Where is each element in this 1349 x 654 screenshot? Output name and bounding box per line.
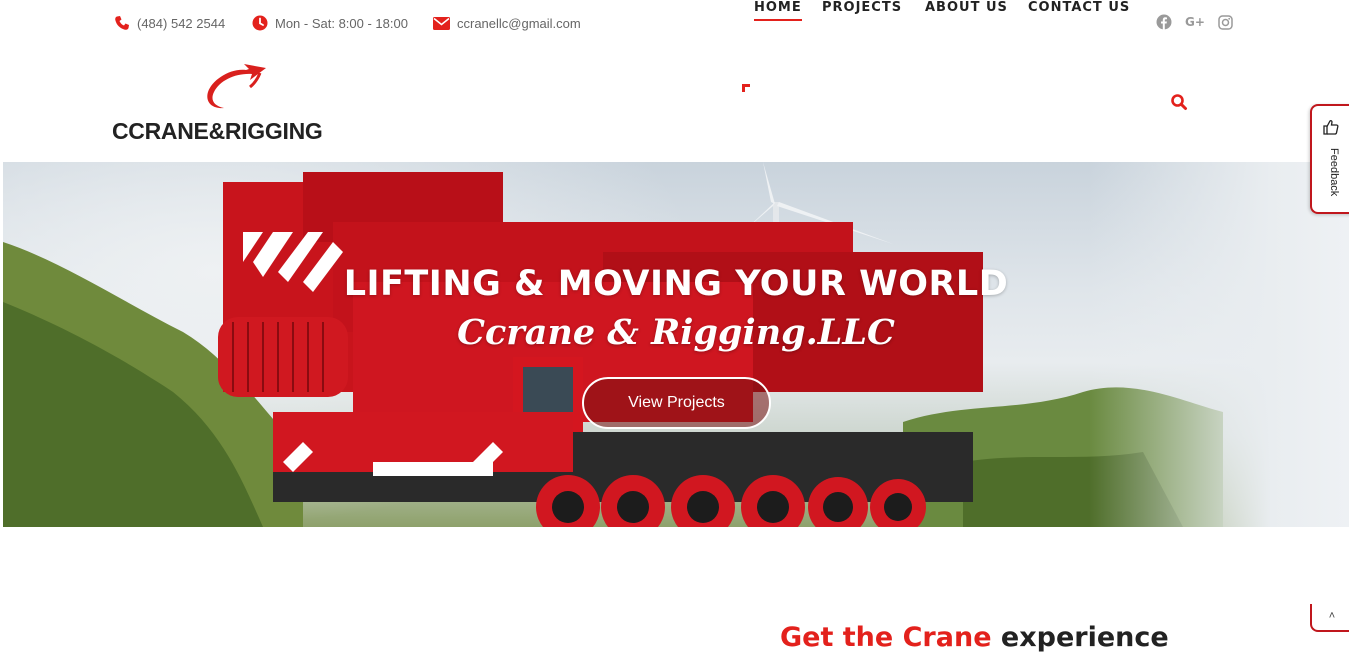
nav-active-marker xyxy=(742,84,750,92)
hero-title: LIFTING & MOVING YOUR WORLD xyxy=(343,264,1009,304)
site-logo[interactable]: CCRANE&RIGGING xyxy=(112,62,377,148)
opening-hours: Mon - Sat: 8:00 - 18:00 xyxy=(275,15,408,31)
phone-number[interactable]: (484) 542 2544 xyxy=(137,16,225,31)
phone-contact[interactable]: (484) 542 2544 xyxy=(114,14,225,32)
phone-icon xyxy=(115,16,129,30)
hero-subtitle: Ccrane & Rigging.LLC xyxy=(457,312,895,353)
search-icon[interactable] xyxy=(1170,93,1188,111)
top-bar: (484) 542 2544 Mon - Sat: 8:00 - 18:00 c… xyxy=(0,0,1349,44)
nav-item-contact-us[interactable]: CONTACT US xyxy=(1028,0,1130,15)
envelope-icon xyxy=(433,16,450,30)
hours-contact: Mon - Sat: 8:00 - 18:00 xyxy=(252,14,408,32)
logo-wordmark: CCRANE&RIGGING xyxy=(112,118,323,144)
section-heading-rest: experience xyxy=(991,622,1169,653)
google-plus-icon[interactable]: G+ xyxy=(1183,13,1207,31)
nav-item-home[interactable]: HOME xyxy=(754,0,802,21)
email-contact[interactable]: ccranellc@gmail.com xyxy=(433,14,581,32)
thumbs-up-icon xyxy=(1323,120,1339,135)
logo-swoosh-icon xyxy=(207,64,266,109)
section-heading: Get the Crane experience xyxy=(780,622,1169,653)
scroll-to-top-button[interactable]: ˄ xyxy=(1310,604,1349,632)
chevron-up-icon: ˄ xyxy=(1328,610,1336,622)
view-projects-button[interactable]: View Projects xyxy=(582,377,771,429)
section-heading-accent: Get the Crane xyxy=(780,622,992,653)
email-address[interactable]: ccranellc@gmail.com xyxy=(457,16,581,31)
nav-item-about-us[interactable]: ABOUT US xyxy=(925,0,1008,15)
clock-icon xyxy=(252,15,268,31)
hero-banner: LIFTING & MOVING YOUR WORLD Ccrane & Rig… xyxy=(3,162,1349,527)
feedback-label: Feedback xyxy=(1328,148,1340,197)
instagram-icon[interactable] xyxy=(1216,13,1234,31)
facebook-icon[interactable] xyxy=(1155,13,1173,31)
nav-item-projects[interactable]: PROJECTS xyxy=(822,0,902,15)
feedback-tab[interactable]: Feedback xyxy=(1310,104,1349,214)
